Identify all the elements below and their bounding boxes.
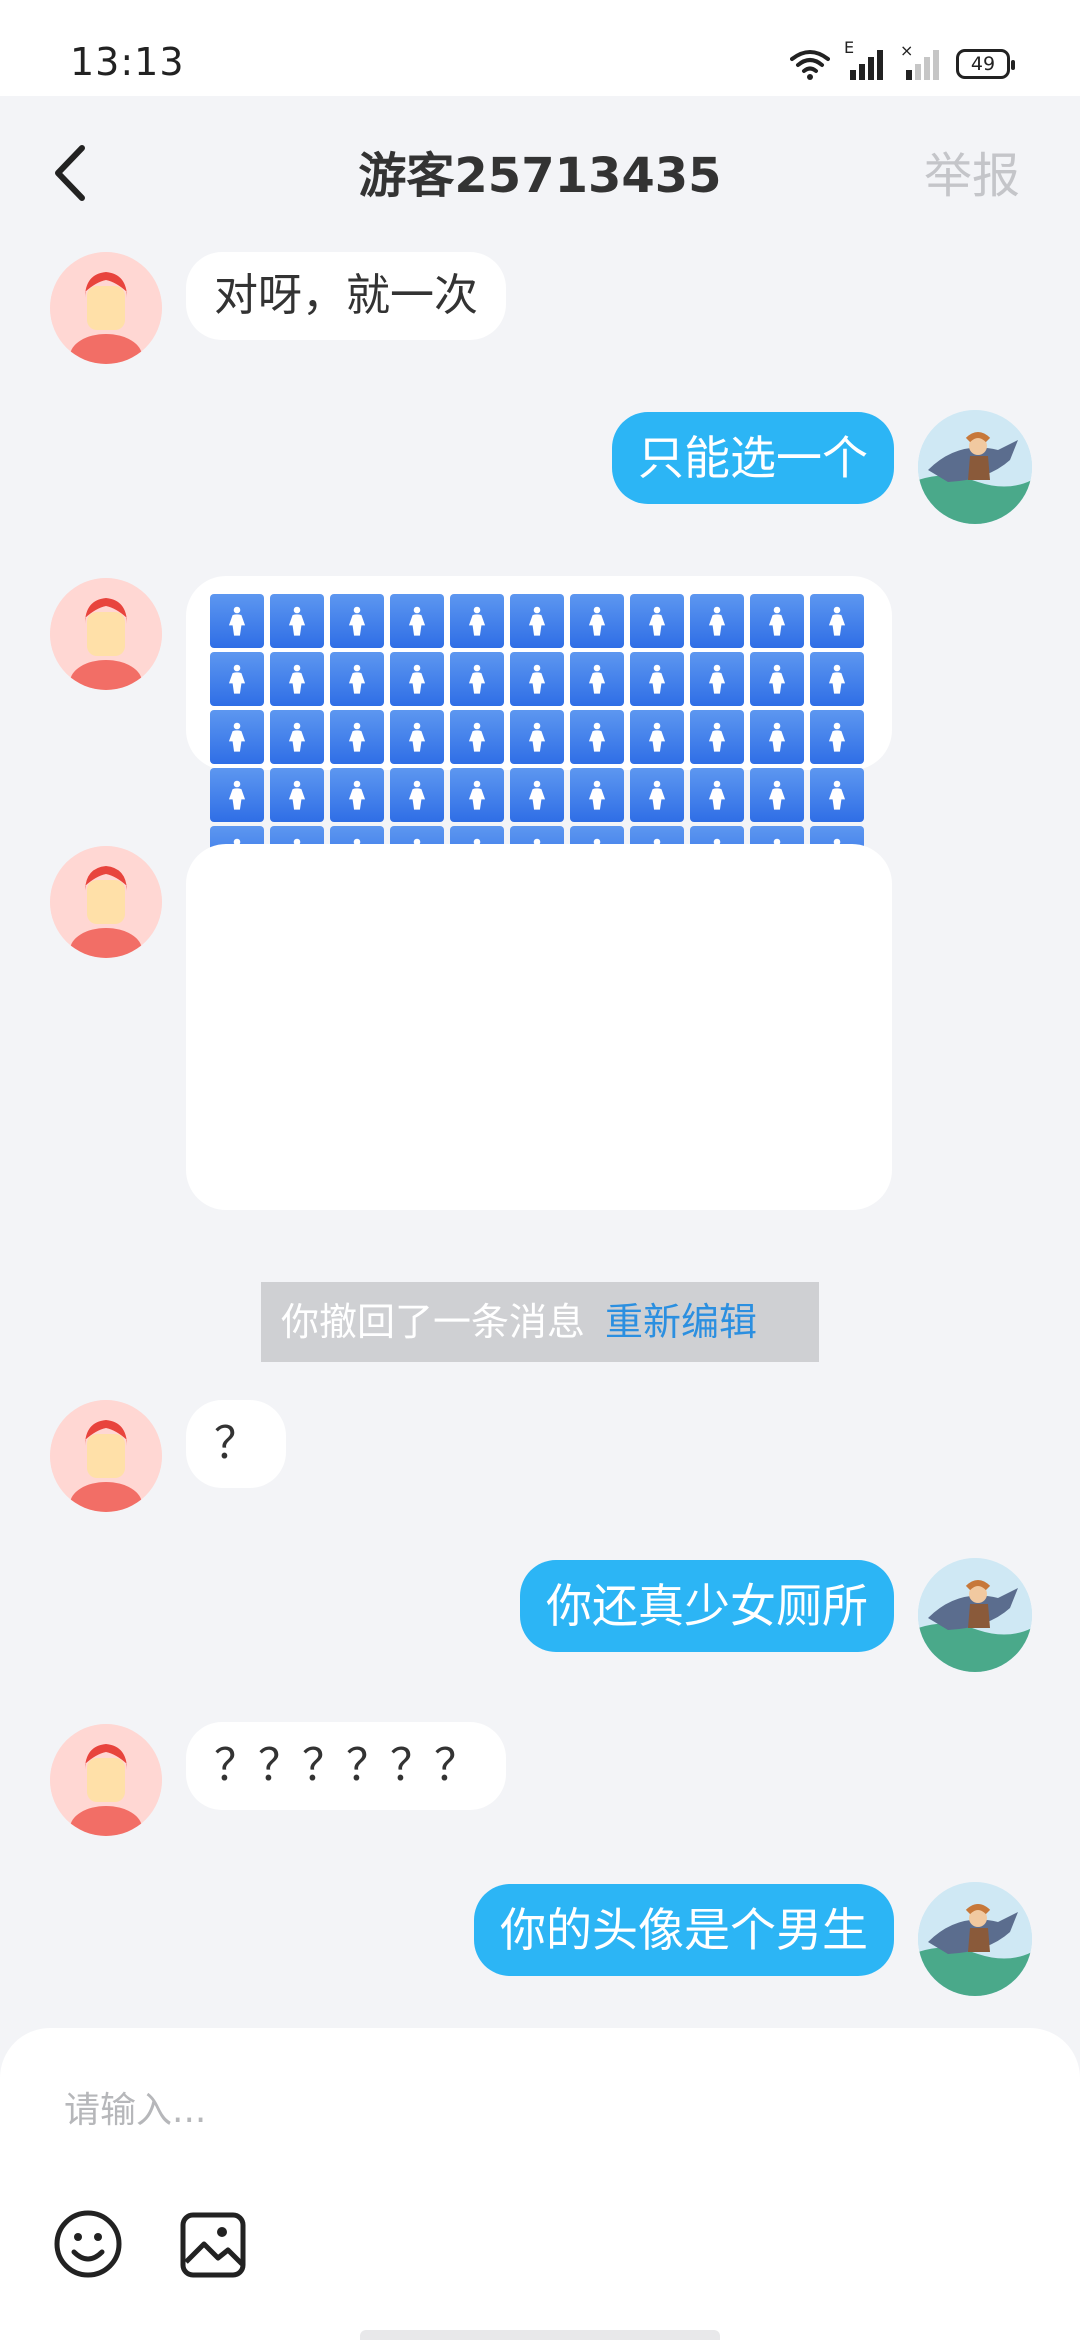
person-avatar-icon (50, 1724, 162, 1836)
game-character-avatar-icon (918, 410, 1032, 524)
avatar[interactable] (918, 1558, 1032, 1672)
message-composer (0, 2028, 1080, 2340)
womens-room-icon (330, 768, 384, 822)
message-bubble[interactable]: 只能选一个 (612, 412, 894, 504)
womens-room-icon (690, 768, 744, 822)
person-avatar-icon (50, 846, 162, 958)
game-character-avatar-icon (918, 1882, 1032, 1996)
message-bubble[interactable]: ？？？？？？ (186, 1722, 506, 1810)
status-bar: 13:13 E × 49 (0, 0, 1080, 96)
womens-room-icon (330, 710, 384, 764)
svg-text:×: × (900, 44, 913, 60)
chat-header: 游客25713435 举报 (0, 96, 1080, 246)
avatar[interactable] (50, 1400, 162, 1512)
womens-room-icon (750, 652, 804, 706)
person-avatar-icon (50, 1400, 162, 1512)
signal-icon-1: E (844, 38, 886, 84)
womens-room-icon (690, 652, 744, 706)
avatar[interactable] (50, 252, 162, 364)
womens-room-icon (510, 710, 564, 764)
womens-room-icon (390, 768, 444, 822)
womens-room-icon (630, 594, 684, 648)
recalled-message-notice: 你撤回了一条消息 重新编辑 (261, 1282, 819, 1362)
womens-room-icon (270, 652, 324, 706)
wifi-icon (790, 50, 830, 80)
message-bubble[interactable]: ？ (186, 1400, 286, 1488)
image-icon[interactable] (178, 2210, 248, 2280)
womens-room-icon (570, 710, 624, 764)
status-time: 13:13 (70, 40, 185, 84)
person-avatar-icon (50, 578, 162, 690)
message-bubble[interactable]: 对呀，就一次 (186, 252, 506, 340)
womens-room-icon (750, 768, 804, 822)
report-button[interactable]: 举报 (924, 136, 1020, 206)
avatar[interactable] (50, 1724, 162, 1836)
smiley-icon[interactable] (52, 2208, 124, 2280)
signal-icon-2: × (900, 44, 939, 80)
emoji-message-bubble[interactable] (186, 844, 892, 1210)
message-bubble[interactable]: 你的头像是个男生 (474, 1884, 894, 1976)
womens-room-icon (450, 594, 504, 648)
womens-room-icon (810, 594, 864, 648)
womens-room-icon (210, 710, 264, 764)
womens-room-icon (210, 768, 264, 822)
re-edit-link[interactable]: 重新编辑 (605, 1300, 757, 1344)
womens-room-icon (450, 768, 504, 822)
avatar[interactable] (50, 846, 162, 958)
womens-room-icon (690, 710, 744, 764)
womens-room-icon (390, 710, 444, 764)
emoji-message-bubble[interactable] (186, 576, 892, 938)
womens-room-icon (450, 652, 504, 706)
womens-room-icon (570, 652, 624, 706)
womens-room-icon (450, 710, 504, 764)
womens-room-icon (810, 710, 864, 764)
page-title: 游客25713435 (358, 148, 722, 204)
womens-room-icon (630, 652, 684, 706)
notice-text: 你撤回了一条消息 (281, 1300, 586, 1344)
womens-room-icon (390, 594, 444, 648)
womens-room-icon (510, 652, 564, 706)
battery-indicator: 49 (956, 49, 1015, 79)
womens-room-icon (330, 652, 384, 706)
womens-room-icon (210, 594, 264, 648)
home-indicator (360, 2330, 720, 2340)
womens-room-icon (510, 594, 564, 648)
womens-room-icon (270, 768, 324, 822)
womens-room-icon (810, 652, 864, 706)
womens-room-icon (210, 652, 264, 706)
womens-room-icon (270, 710, 324, 764)
message-bubble[interactable]: 你还真少女厕所 (520, 1560, 894, 1652)
womens-room-icon (510, 768, 564, 822)
womens-room-icon (630, 768, 684, 822)
womens-room-icon (750, 710, 804, 764)
womens-room-icon (630, 710, 684, 764)
womens-room-icon (750, 594, 804, 648)
status-icons: E × 49 (790, 38, 1015, 84)
person-avatar-icon (50, 252, 162, 364)
avatar[interactable] (918, 1882, 1032, 1996)
message-input[interactable] (64, 2080, 964, 2140)
avatar[interactable] (918, 410, 1032, 524)
womens-room-icon (330, 594, 384, 648)
womens-room-icon (810, 768, 864, 822)
game-character-avatar-icon (918, 1558, 1032, 1672)
avatar[interactable] (50, 578, 162, 690)
womens-room-icon (270, 594, 324, 648)
womens-room-icon (570, 768, 624, 822)
womens-room-icon (690, 594, 744, 648)
womens-room-icon (390, 652, 444, 706)
womens-room-icon (570, 594, 624, 648)
